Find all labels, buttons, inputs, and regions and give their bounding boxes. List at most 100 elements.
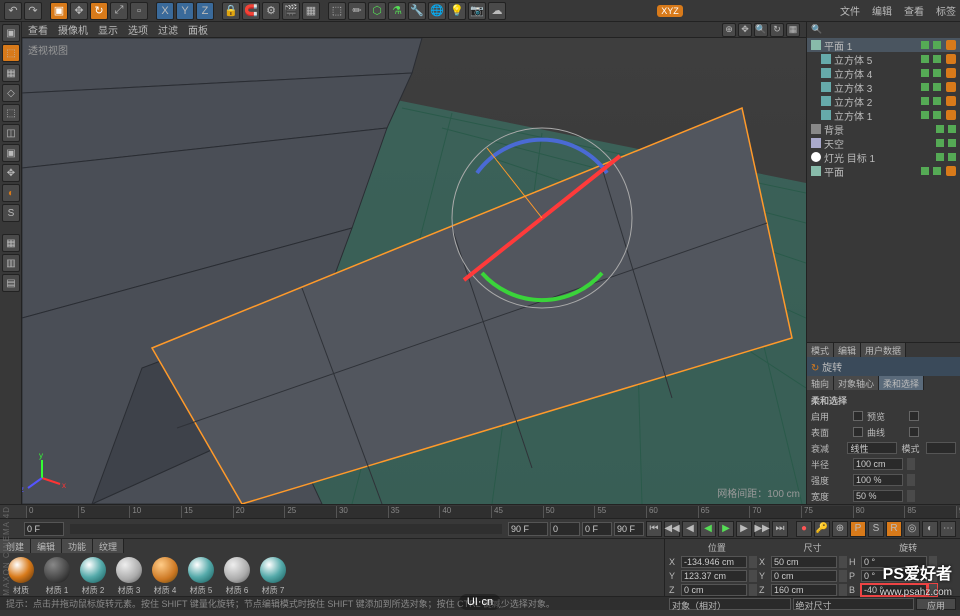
render-toggle[interactable] [948, 139, 956, 147]
om-search-icon[interactable]: 🔍 [811, 24, 822, 35]
material-tag[interactable] [946, 54, 956, 64]
visibility-toggle[interactable] [921, 97, 929, 105]
vp-menu-display[interactable]: 显示 [98, 22, 118, 37]
make-editable-button[interactable]: ▣ [2, 24, 20, 42]
play-button[interactable]: ▶ [718, 521, 734, 537]
frame-range-start[interactable] [550, 522, 580, 536]
material-item[interactable]: 材质 6 [220, 557, 254, 596]
material-tag[interactable] [946, 68, 956, 78]
vp-menu-filter[interactable]: 过滤 [158, 22, 178, 37]
axis-mode-button[interactable]: ✥ [2, 164, 20, 182]
attr-width-input[interactable] [853, 490, 903, 502]
attr-tab-pivot[interactable]: 对象轴心 [834, 376, 879, 390]
point-mode-button[interactable]: ⬚ [2, 104, 20, 122]
visibility-toggle[interactable] [921, 55, 929, 63]
attr-tab-soft[interactable]: 柔和选择 [879, 376, 924, 390]
vp-menu-view[interactable]: 查看 [28, 22, 48, 37]
attr-edge-checkbox[interactable] [909, 427, 919, 437]
vp-nav-3[interactable]: 🔍 [754, 23, 768, 37]
render-toggle[interactable] [933, 69, 941, 77]
key-pla-button[interactable]: ◐ [922, 521, 938, 537]
attr-falloff-select[interactable] [847, 442, 897, 454]
coord-x-size[interactable] [771, 556, 837, 568]
menu-view[interactable]: 查看 [904, 3, 924, 18]
prev-key-button[interactable]: ◀◀ [664, 521, 680, 537]
visibility-toggle[interactable] [921, 69, 929, 77]
snap-toggle-button[interactable]: S [2, 204, 20, 222]
snap-button[interactable]: 🧲 [242, 2, 260, 20]
tweak-button[interactable]: ◐ [2, 184, 20, 202]
vp-nav-2[interactable]: ✥ [738, 23, 752, 37]
vp-menu-camera[interactable]: 摄像机 [58, 22, 88, 37]
coord-y-size[interactable] [771, 570, 837, 582]
mat-tab-edit[interactable]: 编辑 [31, 539, 62, 553]
key-param-button[interactable]: ◎ [904, 521, 920, 537]
play-back-button[interactable]: ◀ [700, 521, 716, 537]
recent-button[interactable]: ▫ [130, 2, 148, 20]
move-tool-button[interactable]: ✥ [70, 2, 88, 20]
coord-x-pos[interactable] [681, 556, 747, 568]
material-item[interactable]: 材质 7 [256, 557, 290, 596]
deformer-button[interactable]: 🔧 [408, 2, 426, 20]
render-toggle[interactable] [948, 125, 956, 133]
timeline-slider[interactable] [70, 524, 502, 534]
frame-range-end[interactable] [614, 522, 644, 536]
lock-button[interactable]: 🔒 [222, 2, 240, 20]
spinner[interactable] [749, 584, 757, 596]
visibility-toggle[interactable] [921, 167, 929, 175]
render-region-button[interactable]: ▦ [302, 2, 320, 20]
key-more-button[interactable]: ⋯ [940, 521, 956, 537]
frame-end-input[interactable] [508, 522, 548, 536]
mat-tab-func[interactable]: 功能 [62, 539, 93, 553]
config-button[interactable]: ⚙ [262, 2, 280, 20]
axis-x-button[interactable]: X [156, 2, 174, 20]
render-toggle[interactable] [948, 153, 956, 161]
attr-radius-input[interactable] [853, 458, 903, 470]
scene-button[interactable]: 🌐 [428, 2, 446, 20]
primitive-button[interactable]: ⬚ [328, 2, 346, 20]
visibility-toggle[interactable] [936, 153, 944, 161]
object-row[interactable]: 天空 [807, 136, 960, 150]
visibility-toggle[interactable] [921, 41, 929, 49]
vp-menu-panel[interactable]: 面板 [188, 22, 208, 37]
material-tag[interactable] [946, 40, 956, 50]
render-button[interactable]: 🎬 [282, 2, 300, 20]
visibility-toggle[interactable] [921, 83, 929, 91]
attr-surface-checkbox[interactable] [853, 427, 863, 437]
nurbs-button[interactable]: ⬡ [368, 2, 386, 20]
menu-file[interactable]: 文件 [840, 3, 860, 18]
viewport-2-button[interactable]: ▥ [2, 254, 20, 272]
material-item[interactable]: 材质 1 [40, 557, 74, 596]
polygon-mode-button[interactable]: ▣ [2, 144, 20, 162]
goto-start-button[interactable]: ⏮ [646, 521, 662, 537]
material-item[interactable]: 材质 4 [148, 557, 182, 596]
prev-frame-button[interactable]: ◀ [682, 521, 698, 537]
object-row[interactable]: 立方体 5 [807, 52, 960, 66]
coord-mode-select[interactable]: 对象（相对） [669, 598, 791, 610]
record-button[interactable]: ● [796, 521, 812, 537]
attr-tab-axis[interactable]: 轴向 [807, 376, 834, 390]
key-scale-button[interactable]: S [868, 521, 884, 537]
texture-mode-button[interactable]: ▦ [2, 64, 20, 82]
visibility-toggle[interactable] [936, 125, 944, 133]
material-item[interactable]: 材质 2 [76, 557, 110, 596]
object-row[interactable]: 灯光 目标 1 [807, 150, 960, 164]
render-toggle[interactable] [933, 97, 941, 105]
object-row[interactable]: 平面 [807, 164, 960, 178]
object-row[interactable]: 立方体 2 [807, 94, 960, 108]
coord-z-size[interactable] [771, 584, 837, 596]
next-frame-button[interactable]: ▶ [736, 521, 752, 537]
viewport-3-button[interactable]: ▤ [2, 274, 20, 292]
redo-button[interactable]: ↷ [24, 2, 42, 20]
axis-z-button[interactable]: Z [196, 2, 214, 20]
attr-enable-checkbox[interactable] [853, 411, 863, 421]
menu-edit[interactable]: 编辑 [872, 3, 892, 18]
frame-start-input[interactable] [24, 522, 64, 536]
viewport-3d[interactable]: 透视视图 网格间距：100 cm [22, 38, 806, 504]
material-item[interactable]: 材质 5 [184, 557, 218, 596]
attr-mode-select[interactable] [926, 442, 956, 454]
vp-nav-4[interactable]: ↻ [770, 23, 784, 37]
workplane-button[interactable]: ◇ [2, 84, 20, 102]
render-toggle[interactable] [933, 83, 941, 91]
frame-current[interactable] [582, 522, 612, 536]
